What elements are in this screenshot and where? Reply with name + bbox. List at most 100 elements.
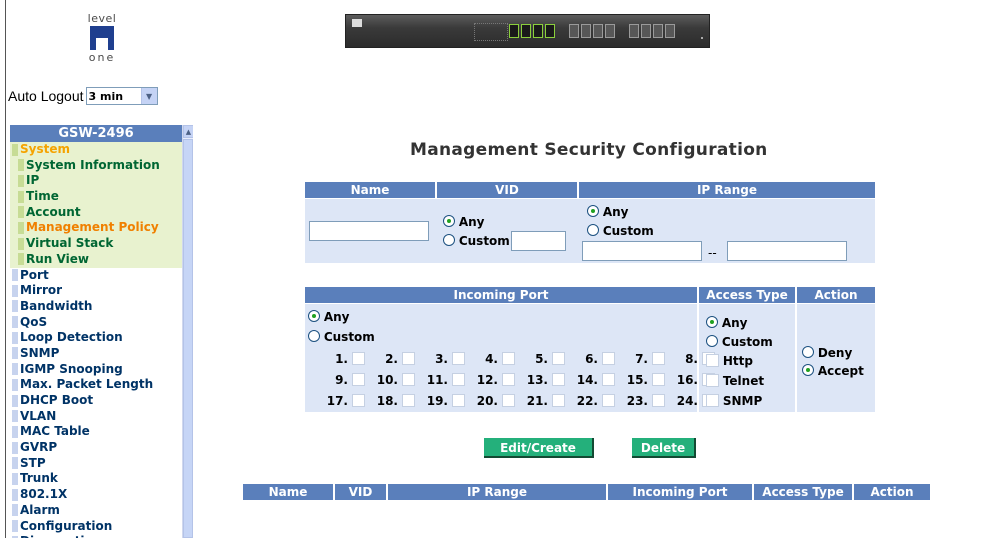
port-option[interactable]: 11. [419,373,469,387]
access-http-checkbox[interactable] [706,354,719,367]
sidebar-item-gvrp[interactable]: GVRP [10,440,182,456]
port-option[interactable]: 17. [319,394,369,408]
scroll-thumb[interactable] [183,139,193,538]
access-telnet-checkbox[interactable] [706,374,719,387]
name-input[interactable] [309,221,429,241]
sidebar-item-configuration[interactable]: Configuration [10,518,182,535]
sidebar-item-port[interactable]: Port [10,267,182,284]
port-option[interactable]: 4. [469,352,519,366]
port-checkbox[interactable] [352,352,365,365]
port-checkbox[interactable] [552,373,565,386]
sidebar-item-time[interactable]: Time [10,189,182,205]
sidebar-item-mirror[interactable]: Mirror [10,283,182,299]
ip-custom-option[interactable]: Custom [587,224,654,238]
chevron-down-icon[interactable]: ▼ [140,88,157,104]
port-any-radio[interactable] [308,310,320,322]
port-checkbox[interactable] [352,373,365,386]
scroll-up-icon[interactable]: ▲ [183,125,193,138]
sidebar-item-mac-table[interactable]: MAC Table [10,424,182,441]
port-checkbox[interactable] [452,352,465,365]
auto-logout-select[interactable]: 3 min ▼ [85,87,158,105]
ip-to-input[interactable] [727,241,847,261]
sidebar-item-management-policy[interactable]: Management Policy [10,220,182,237]
port-checkbox[interactable] [652,373,665,386]
ip-from-input[interactable] [582,241,702,261]
port-checkbox[interactable] [602,394,615,407]
port-option[interactable]: 1. [319,352,369,366]
port-custom-option[interactable]: Custom [308,330,375,344]
port-option[interactable]: 7. [619,352,669,366]
sidebar-item-diagnostics[interactable]: Diagnostics [10,534,182,538]
port-checkbox[interactable] [402,373,415,386]
port-checkbox[interactable] [652,394,665,407]
sidebar-item-system[interactable]: System [10,142,182,158]
port-checkbox[interactable] [502,352,515,365]
port-checkbox[interactable] [502,394,515,407]
edit-create-button[interactable]: Edit/Create [484,438,594,458]
vid-any-option[interactable]: Any [443,215,484,229]
port-option[interactable]: 22. [569,394,619,408]
sidebar-item-802-1x[interactable]: 802.1X [10,487,182,503]
port-option[interactable]: 13. [519,373,569,387]
port-checkbox[interactable] [402,394,415,407]
port-option[interactable]: 6. [569,352,619,366]
access-telnet-option[interactable]: Telnet [706,374,764,388]
access-any-option[interactable]: Any [706,316,747,330]
sidebar-item-virtual-stack[interactable]: Virtual Stack [10,236,182,252]
port-checkbox[interactable] [352,394,365,407]
port-checkbox[interactable] [552,394,565,407]
vid-custom-radio[interactable] [443,234,455,246]
port-checkbox[interactable] [552,352,565,365]
access-custom-option[interactable]: Custom [706,335,773,349]
sidebar-item-qos[interactable]: QoS [10,314,182,331]
sidebar-item-snmp[interactable]: SNMP [10,345,182,362]
access-snmp-checkbox[interactable] [706,394,719,407]
port-option[interactable]: 21. [519,394,569,408]
ip-custom-radio[interactable] [587,224,599,236]
port-option[interactable]: 9. [319,373,369,387]
port-checkbox[interactable] [652,352,665,365]
port-checkbox[interactable] [602,373,615,386]
access-snmp-option[interactable]: SNMP [706,394,762,408]
port-option[interactable]: 10. [369,373,419,387]
port-option[interactable]: 5. [519,352,569,366]
vid-input[interactable] [511,231,566,251]
sidebar-item-account[interactable]: Account [10,204,182,221]
port-option[interactable]: 12. [469,373,519,387]
port-any-option[interactable]: Any [308,310,349,324]
delete-button[interactable]: Delete [632,438,696,458]
action-accept-option[interactable]: Accept [802,364,864,378]
ip-any-option[interactable]: Any [587,205,628,219]
sidebar-item-igmp-snooping[interactable]: IGMP Snooping [10,361,182,378]
vid-custom-option[interactable]: Custom [443,234,510,248]
port-custom-radio[interactable] [308,330,320,342]
access-http-option[interactable]: Http [706,354,753,368]
access-any-radio[interactable] [706,316,718,328]
sidebar-item-bandwidth[interactable]: Bandwidth [10,298,182,315]
sidebar-item-stp[interactable]: STP [10,455,182,472]
port-checkbox[interactable] [452,394,465,407]
action-accept-radio[interactable] [802,364,814,376]
vid-any-radio[interactable] [443,215,455,227]
sidebar-item-system-information[interactable]: System Information [10,157,182,174]
port-option[interactable]: 14. [569,373,619,387]
port-option[interactable]: 23. [619,394,669,408]
action-deny-option[interactable]: Deny [802,346,852,360]
port-option[interactable]: 18. [369,394,419,408]
port-checkbox[interactable] [402,352,415,365]
sidebar-item-run-view[interactable]: Run View [10,251,182,268]
port-checkbox[interactable] [452,373,465,386]
port-checkbox[interactable] [502,373,515,386]
action-deny-radio[interactable] [802,346,814,358]
sidebar-item-dhcp-boot[interactable]: DHCP Boot [10,393,182,409]
ip-any-radio[interactable] [587,205,599,217]
sidebar-item-alarm[interactable]: Alarm [10,502,182,519]
sidebar-item-trunk[interactable]: Trunk [10,471,182,488]
sidebar-item-loop-detection[interactable]: Loop Detection [10,330,182,346]
port-option[interactable]: 15. [619,373,669,387]
port-option[interactable]: 2. [369,352,419,366]
sidebar-item-max-packet-length[interactable]: Max. Packet Length [10,377,182,393]
port-option[interactable]: 3. [419,352,469,366]
sidebar-item-ip[interactable]: IP [10,173,182,190]
access-custom-radio[interactable] [706,335,718,347]
